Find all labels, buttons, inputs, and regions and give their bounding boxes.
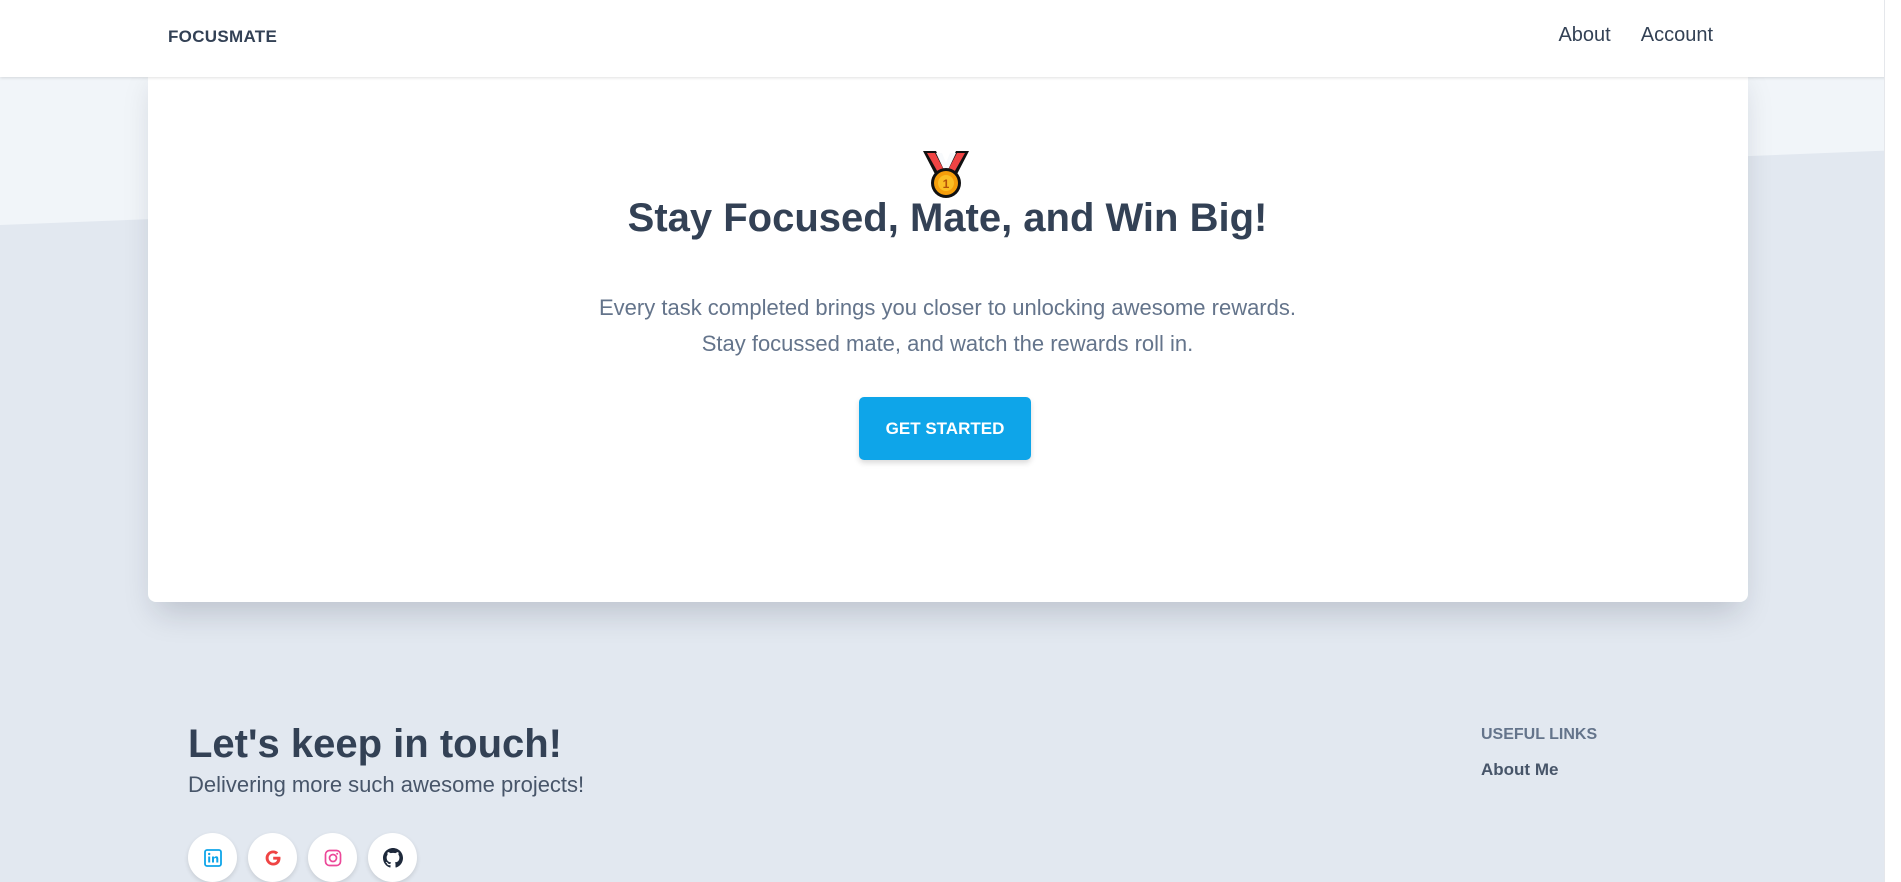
social-links [188,833,417,882]
nav-links: About Account [1558,24,1713,47]
brand-logo[interactable]: FOCUSMATE [168,27,277,47]
useful-links-heading: USEFUL LINKS [1481,726,1598,743]
hero-description-line-1: Every task completed brings you closer t… [599,295,1296,320]
hero-description: Every task completed brings you closer t… [0,290,1895,362]
nav-about-link[interactable]: About [1558,24,1610,47]
github-button[interactable] [368,833,417,882]
nav-account-link[interactable]: Account [1641,24,1713,47]
instagram-button[interactable] [308,833,357,882]
linkedin-icon [203,848,222,867]
hero-description-line-2: Stay focussed mate, and watch the reward… [701,331,1194,356]
svg-text:1: 1 [943,177,950,191]
footer-subtitle: Delivering more such awesome projects! [188,772,585,797]
github-icon [382,847,403,868]
google-button[interactable] [248,833,297,882]
scrollbar[interactable] [1884,0,1901,882]
about-me-link[interactable]: About Me [1481,760,1558,780]
google-icon [265,850,280,865]
get-started-button[interactable]: GET STARTED [859,397,1031,460]
footer-title: Let's keep in touch! [188,722,563,766]
page: FOCUSMATE About Account 1 Stay Focused, … [0,0,1901,882]
navbar: FOCUSMATE About Account [0,0,1901,77]
hero-title: Stay Focused, Mate, and Win Big! [627,196,1268,240]
instagram-icon [324,849,341,866]
linkedin-button[interactable] [188,833,237,882]
medal-icon: 1 [923,151,969,198]
